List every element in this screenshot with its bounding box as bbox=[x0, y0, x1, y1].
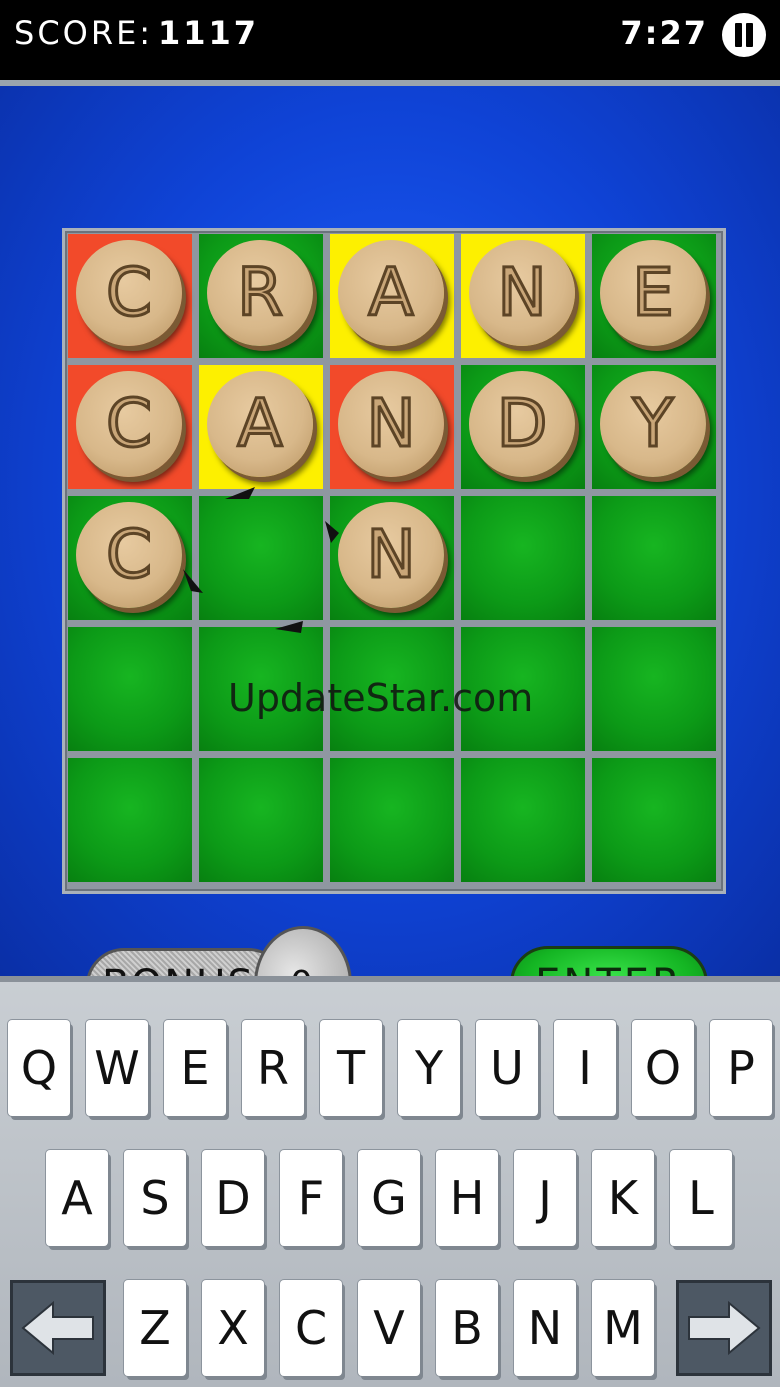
board-cell[interactable]: N bbox=[461, 234, 585, 358]
key-k[interactable]: K bbox=[592, 1150, 654, 1246]
key-w[interactable]: W bbox=[86, 1020, 148, 1116]
key-g[interactable]: G bbox=[358, 1150, 420, 1246]
board-cell[interactable] bbox=[330, 758, 454, 882]
tile-letter: N bbox=[365, 516, 417, 593]
letter-tile: A bbox=[207, 371, 313, 477]
key-j[interactable]: J bbox=[514, 1150, 576, 1246]
score-label: SCORE: bbox=[14, 14, 154, 52]
key-x[interactable]: X bbox=[202, 1280, 264, 1376]
top-bar: SCORE: 1117 7:27 bbox=[0, 0, 780, 80]
board-cell[interactable] bbox=[68, 627, 192, 751]
key-f[interactable]: F bbox=[280, 1150, 342, 1246]
right-arrow-key[interactable] bbox=[676, 1280, 772, 1376]
key-r[interactable]: R bbox=[242, 1020, 304, 1116]
pause-bar bbox=[746, 23, 753, 47]
letter-tile: Y bbox=[600, 371, 706, 477]
board-cell[interactable] bbox=[199, 758, 323, 882]
letter-tile: E bbox=[600, 240, 706, 346]
key-n[interactable]: N bbox=[514, 1280, 576, 1376]
board-cell[interactable]: N bbox=[330, 496, 454, 620]
board-cell[interactable]: C bbox=[68, 365, 192, 489]
board-cell[interactable] bbox=[461, 496, 585, 620]
selection-marker-icon bbox=[183, 569, 203, 593]
tile-letter: N bbox=[496, 254, 548, 331]
board-cell[interactable]: A bbox=[330, 234, 454, 358]
right-arrow-icon bbox=[688, 1300, 761, 1356]
key-d[interactable]: D bbox=[202, 1150, 264, 1246]
board-cell[interactable]: C bbox=[68, 496, 192, 620]
key-y[interactable]: Y bbox=[398, 1020, 460, 1116]
tile-letter: N bbox=[365, 385, 417, 462]
timer: 7:27 bbox=[620, 14, 708, 52]
letter-tile: C bbox=[76, 502, 182, 608]
board-cell[interactable]: R bbox=[199, 234, 323, 358]
letter-tile: N bbox=[469, 240, 575, 346]
board-cell[interactable]: Y bbox=[592, 365, 716, 489]
board-cell[interactable] bbox=[592, 627, 716, 751]
tile-letter: Y bbox=[631, 385, 674, 462]
key-b[interactable]: B bbox=[436, 1280, 498, 1376]
key-i[interactable]: I bbox=[554, 1020, 616, 1116]
tile-letter: C bbox=[104, 385, 153, 462]
play-area: CRANECANDYCN BONUS 0 ENTER bbox=[0, 80, 780, 1042]
key-u[interactable]: U bbox=[476, 1020, 538, 1116]
board-cell[interactable] bbox=[592, 758, 716, 882]
key-o[interactable]: O bbox=[632, 1020, 694, 1116]
letter-tile: D bbox=[469, 371, 575, 477]
board-cell[interactable] bbox=[199, 496, 323, 620]
board-cell[interactable]: D bbox=[461, 365, 585, 489]
key-p[interactable]: P bbox=[710, 1020, 772, 1116]
key-h[interactable]: H bbox=[436, 1150, 498, 1246]
key-s[interactable]: S bbox=[124, 1150, 186, 1246]
key-e[interactable]: E bbox=[164, 1020, 226, 1116]
board-cell[interactable]: E bbox=[592, 234, 716, 358]
board-cell[interactable] bbox=[461, 758, 585, 882]
board-cell[interactable] bbox=[68, 758, 192, 882]
letter-tile: R bbox=[207, 240, 313, 346]
pause-icon[interactable] bbox=[722, 13, 766, 57]
letter-tile: N bbox=[338, 502, 444, 608]
pause-bar bbox=[735, 23, 742, 47]
score-value: 1117 bbox=[158, 14, 260, 52]
tile-letter: E bbox=[631, 254, 676, 331]
key-l[interactable]: L bbox=[670, 1150, 732, 1246]
tile-letter: A bbox=[367, 254, 415, 331]
selection-marker-icon bbox=[275, 621, 303, 633]
keyboard: QWERTYUIOP ASDFGHJKL ZXCVBNM bbox=[0, 976, 780, 1387]
letter-tile: A bbox=[338, 240, 444, 346]
tile-letter: C bbox=[104, 516, 153, 593]
key-c[interactable]: C bbox=[280, 1280, 342, 1376]
tile-letter: C bbox=[104, 254, 153, 331]
board-cell[interactable]: A bbox=[199, 365, 323, 489]
letter-tile: C bbox=[76, 240, 182, 346]
board-cell[interactable] bbox=[592, 496, 716, 620]
board-cell[interactable]: C bbox=[68, 234, 192, 358]
tile-letter: D bbox=[495, 385, 549, 462]
selection-marker-icon bbox=[325, 521, 339, 543]
left-arrow-key[interactable] bbox=[10, 1280, 106, 1376]
selection-marker-icon bbox=[225, 487, 255, 499]
watermark: UpdateStar.com bbox=[228, 676, 534, 720]
key-v[interactable]: V bbox=[358, 1280, 420, 1376]
game-board: CRANECANDYCN bbox=[62, 228, 726, 894]
letter-tile: N bbox=[338, 371, 444, 477]
key-t[interactable]: T bbox=[320, 1020, 382, 1116]
left-arrow-icon bbox=[21, 1300, 94, 1356]
letter-tile: C bbox=[76, 371, 182, 477]
tile-letter: R bbox=[236, 254, 285, 331]
key-z[interactable]: Z bbox=[124, 1280, 186, 1376]
tile-letter: A bbox=[236, 385, 284, 462]
board-cell[interactable]: N bbox=[330, 365, 454, 489]
key-q[interactable]: Q bbox=[8, 1020, 70, 1116]
key-m[interactable]: M bbox=[592, 1280, 654, 1376]
key-a[interactable]: A bbox=[46, 1150, 108, 1246]
